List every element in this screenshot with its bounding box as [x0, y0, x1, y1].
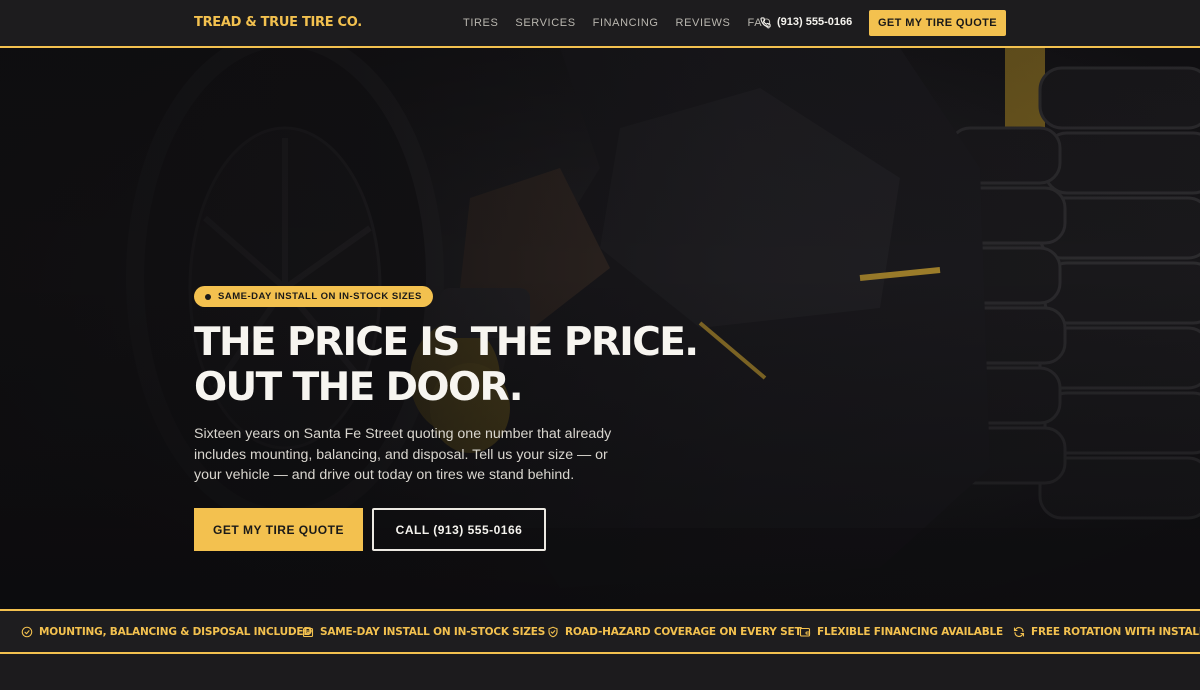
feature-label: FLEXIBLE FINANCING AVAILABLE: [817, 626, 1003, 638]
nav-link-financing[interactable]: FINANCING: [593, 17, 659, 29]
feature-item-same-day: SAME-DAY INSTALL ON IN-STOCK SIZES: [302, 626, 545, 638]
call-button[interactable]: CALL (913) 555-0166: [372, 508, 546, 551]
phone-icon: [760, 16, 771, 28]
nav-links: TIRES SERVICES FINANCING REVIEWS FAQ: [463, 17, 788, 29]
feature-label: ROAD-HAZARD COVERAGE ON EVERY SET: [565, 626, 802, 638]
nav-link-tires[interactable]: TIRES: [463, 17, 498, 29]
nav-quote-button[interactable]: GET MY TIRE QUOTE: [869, 10, 1006, 36]
feature-item-rotation: FREE ROTATION WITH INSTALL: [1013, 626, 1200, 638]
feature-item-included: MOUNTING, BALANCING & DISPOSAL INCLUDED: [21, 626, 312, 638]
feature-label: SAME-DAY INSTALL ON IN-STOCK SIZES: [320, 626, 546, 638]
shield-check-icon: [548, 626, 558, 638]
feature-strip: MOUNTING, BALANCING & DISPOSAL INCLUDED …: [0, 609, 1200, 654]
rotate-icon: [1013, 627, 1025, 637]
wallet-icon: [799, 627, 811, 637]
feature-item-road-hazard: ROAD-HAZARD COVERAGE ON EVERY SET: [547, 626, 802, 638]
calendar-icon: [302, 626, 314, 638]
badge-label: SAME-DAY INSTALL ON IN-STOCK SIZES: [218, 291, 422, 302]
feature-label: MOUNTING, BALANCING & DISPOSAL INCLUDED: [39, 626, 312, 638]
check-circle-icon: [21, 626, 33, 638]
feature-item-financing: FLEXIBLE FINANCING AVAILABLE: [799, 626, 1003, 638]
nav-link-reviews[interactable]: REVIEWS: [676, 17, 731, 29]
same-day-badge: SAME-DAY INSTALL ON IN-STOCK SIZES: [194, 286, 433, 307]
feature-label: FREE ROTATION WITH INSTALL: [1031, 626, 1200, 638]
nav-phone-number: (913) 555-0166: [777, 16, 853, 28]
next-section-edge: [0, 654, 1200, 690]
badge-dot-icon: [205, 293, 211, 300]
get-quote-button[interactable]: GET MY TIRE QUOTE: [194, 508, 363, 551]
nav-link-services[interactable]: SERVICES: [515, 17, 575, 29]
hero-subheadline: Sixteen years on Santa Fe Street quoting…: [194, 426, 612, 483]
hero-headline: THE PRICE IS THE PRICE. OUT THE DOOR.: [194, 320, 699, 410]
nav-phone-link[interactable]: (913) 555-0166: [760, 16, 852, 28]
brand-logo[interactable]: TREAD & TRUE TIRE CO.: [194, 15, 362, 30]
top-nav: TREAD & TRUE TIRE CO. TIRES SERVICES FIN…: [0, 0, 1200, 48]
hero-section: SAME-DAY INSTALL ON IN-STOCK SIZES THE P…: [0, 48, 1200, 609]
